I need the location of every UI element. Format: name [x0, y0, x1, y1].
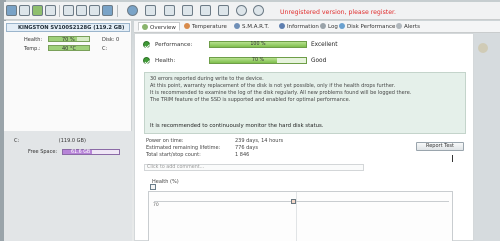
- tab-log-label: Log: [328, 24, 338, 30]
- help-icon[interactable]: [236, 5, 247, 16]
- wrench-icon[interactable]: [76, 5, 87, 16]
- drive-title[interactable]: KINGSTON SV100S2128G (119.2 GB): [18, 25, 124, 31]
- smart-icon: [234, 23, 240, 29]
- disk-icon[interactable]: [6, 5, 17, 16]
- toolbar-separator: [117, 5, 118, 17]
- performance-icon: [339, 23, 345, 29]
- tab-log[interactable]: Log: [320, 23, 338, 32]
- message-line: 30 errors reported during write to the d…: [150, 76, 264, 82]
- drive-health-label: Health:: [24, 37, 43, 43]
- health-data-point[interactable]: [291, 199, 296, 204]
- thermometer-icon: [184, 23, 190, 29]
- start-stop-label: Total start/stop count:: [146, 152, 201, 158]
- drive-disk-number: Disk: 0: [102, 37, 120, 43]
- tab-information-label: Information: [287, 24, 319, 30]
- performance-label: Performance:: [155, 42, 193, 48]
- tools-icon[interactable]: [63, 5, 74, 16]
- tab-disk-performance-label: Disk Performance: [347, 24, 396, 30]
- message-line: At this point, warranty replacement of t…: [150, 83, 396, 89]
- health-bar: 70 %: [209, 57, 307, 64]
- chart-icon[interactable]: [218, 5, 229, 16]
- message-line: The TRIM feature of the SSD is supported…: [150, 97, 351, 103]
- drive-temp-value: 40 °C: [62, 46, 76, 52]
- performance-value: 100 %: [250, 42, 266, 47]
- network-icon[interactable]: [102, 5, 113, 16]
- report-test-button[interactable]: Report Test: [416, 142, 464, 151]
- health-label: Health:: [155, 58, 176, 64]
- health-chart-title: Health (%): [152, 179, 179, 185]
- drive-letter: C:: [102, 46, 108, 52]
- glare: [478, 43, 488, 53]
- volume-panel: C: (119.0 GB) Free Space: 61.6 GB: [4, 131, 132, 241]
- health-value: 70 %: [251, 58, 265, 63]
- grid-icon[interactable]: [182, 5, 193, 16]
- start-stop-value: 1 846: [235, 152, 250, 158]
- free-space-label: Free Space:: [28, 149, 58, 155]
- drive-panel: KINGSTON SV100S2128G (119.2 GB) Health: …: [4, 21, 132, 241]
- right-edge: [474, 33, 500, 241]
- power-on-label: Power on time:: [146, 138, 184, 144]
- overview-icon: [142, 24, 148, 30]
- toolbar-separator: [59, 5, 60, 17]
- health-chart-ylabel: 70: [153, 203, 159, 208]
- free-space-bar: 61.6 GB: [62, 149, 120, 155]
- tab-alerts-label: Alerts: [404, 24, 420, 30]
- volume-size: (119.0 GB): [58, 138, 86, 144]
- list-icon[interactable]: [164, 5, 175, 16]
- health-series-line: [154, 201, 449, 202]
- power-on-value: 239 days, 14 hours: [235, 138, 284, 144]
- message-recommendation: It is recommended to continuously monito…: [150, 123, 324, 129]
- tab-alerts[interactable]: Alerts: [396, 23, 420, 32]
- message-line: It is recommended to examine the log of …: [150, 90, 412, 96]
- tab-overview-label: Overview: [150, 25, 176, 31]
- power-icon[interactable]: [253, 5, 264, 16]
- health-ok-icon: [143, 57, 150, 64]
- tab-smart[interactable]: S.M.A.R.T.: [234, 23, 269, 32]
- globe-icon[interactable]: [127, 5, 138, 16]
- drive-temp-label: Temp.:: [24, 46, 41, 52]
- lifetime-value: 776 days: [235, 145, 258, 151]
- text-cursor-icon: [452, 155, 455, 162]
- tab-temperature[interactable]: Temperature: [184, 23, 227, 32]
- health-chart: 70: [148, 191, 453, 241]
- status-message-box: 30 errors reported during write to the d…: [144, 72, 466, 134]
- tab-temperature-label: Temperature: [192, 24, 227, 30]
- tab-overview[interactable]: Overview: [138, 22, 180, 31]
- refresh-icon[interactable]: [45, 5, 56, 16]
- performance-status: Excellent: [311, 42, 338, 48]
- overview-panel: Performance: 100 % Excellent Health: 70 …: [134, 33, 474, 241]
- settings-icon[interactable]: [89, 5, 100, 16]
- tab-smart-label: S.M.A.R.T.: [242, 24, 269, 30]
- performance-ok-icon: [143, 41, 150, 48]
- free-space-value: 61.6 GB: [71, 150, 91, 155]
- alert-icon: [396, 23, 402, 29]
- monitor-icon[interactable]: [145, 5, 156, 16]
- unregistered-notice[interactable]: Unregistered version, please register.: [280, 9, 396, 16]
- drive-health-value: 70 %: [62, 37, 75, 43]
- toolbar: Unregistered version, please register.: [4, 2, 500, 20]
- performance-bar: 100 %: [209, 41, 307, 48]
- info-icon: [279, 23, 285, 29]
- close-box-icon[interactable]: [200, 5, 211, 16]
- volume-row[interactable]: C: (119.0 GB): [14, 138, 86, 144]
- disk-list-icon[interactable]: [19, 5, 30, 16]
- tab-information[interactable]: Information: [279, 23, 319, 32]
- health-chart-checkbox[interactable]: [150, 184, 156, 190]
- log-icon: [320, 23, 326, 29]
- chart-gridline: [296, 192, 297, 241]
- health-status: Good: [311, 58, 327, 64]
- lifetime-label: Estimated remaining lifetime:: [146, 145, 221, 151]
- volume-letter: C:: [14, 138, 20, 144]
- tab-disk-performance[interactable]: Disk Performance: [339, 23, 395, 32]
- comment-input[interactable]: Click to add comment...: [144, 164, 364, 171]
- health-icon[interactable]: [32, 5, 43, 16]
- tab-bar: Overview Temperature S.M.A.R.T. Informat…: [134, 21, 500, 33]
